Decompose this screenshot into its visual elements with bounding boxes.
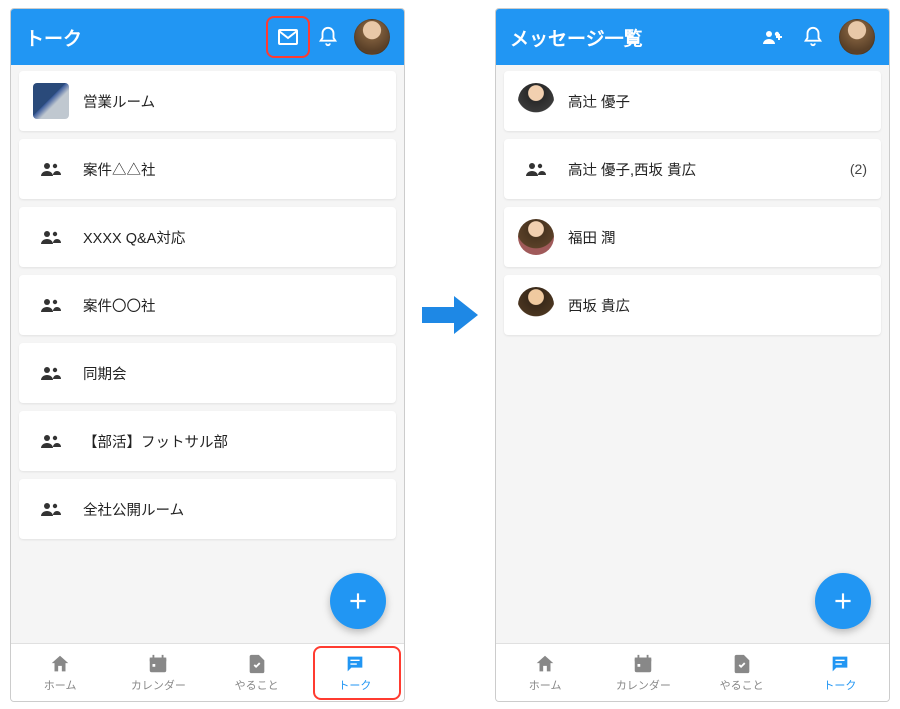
phone-before: トーク 営業ルーム 案件△△社 XXXX Q&A対応 <box>10 8 405 702</box>
group-icon <box>33 355 69 391</box>
talk-list: 営業ルーム 案件△△社 XXXX Q&A対応 案件〇〇社 同期会 <box>11 65 404 643</box>
bottom-nav: ホーム カレンダー やること トーク <box>496 643 889 701</box>
phone-after: メッセージ一覧 高辻 優子 高辻 優子,西坂 貴広 (2) 福田 潤 西坂 貴広 <box>495 8 890 702</box>
bell-icon-button[interactable] <box>308 17 348 57</box>
contact-name: 福田 潤 <box>568 227 867 248</box>
nav-calendar[interactable]: カレンダー <box>109 644 207 701</box>
room-label: 同期会 <box>83 363 382 384</box>
app-header: トーク <box>11 9 404 65</box>
talk-room-item[interactable]: 案件△△社 <box>19 139 396 199</box>
add-group-icon-button[interactable] <box>753 17 793 57</box>
room-label: 全社公開ルーム <box>83 499 382 520</box>
bell-icon-button[interactable] <box>793 17 833 57</box>
nav-label: やること <box>235 677 279 693</box>
talk-room-item[interactable]: 案件〇〇社 <box>19 275 396 335</box>
room-label: 案件〇〇社 <box>83 295 382 316</box>
mail-icon-button[interactable] <box>268 17 308 57</box>
bottom-nav: ホーム カレンダー やること トーク <box>11 643 404 701</box>
contact-avatar <box>518 287 554 323</box>
message-item[interactable]: 高辻 優子 <box>504 71 881 131</box>
nav-calendar[interactable]: カレンダー <box>594 644 692 701</box>
group-icon <box>33 491 69 527</box>
talk-room-item[interactable]: XXXX Q&A対応 <box>19 207 396 267</box>
contact-name: 高辻 優子,西坂 貴広 <box>568 159 850 180</box>
member-count: (2) <box>850 161 867 177</box>
message-list: 高辻 優子 高辻 優子,西坂 貴広 (2) 福田 潤 西坂 貴広 <box>496 65 889 643</box>
nav-todo[interactable]: やること <box>693 644 791 701</box>
room-label: 【部活】フットサル部 <box>83 431 382 452</box>
group-icon <box>33 219 69 255</box>
talk-room-item[interactable]: 営業ルーム <box>19 71 396 131</box>
talk-room-item[interactable]: 【部活】フットサル部 <box>19 411 396 471</box>
profile-avatar[interactable] <box>839 19 875 55</box>
nav-label: カレンダー <box>131 677 186 693</box>
talk-room-item[interactable]: 全社公開ルーム <box>19 479 396 539</box>
contact-avatar <box>518 83 554 119</box>
talk-room-item[interactable]: 同期会 <box>19 343 396 403</box>
transition-arrow-icon <box>420 290 480 340</box>
group-icon <box>33 287 69 323</box>
nav-home[interactable]: ホーム <box>11 644 109 701</box>
message-item[interactable]: 西坂 貴広 <box>504 275 881 335</box>
nav-label: やること <box>720 677 764 693</box>
room-label: XXXX Q&A対応 <box>83 227 382 248</box>
nav-label: トーク <box>338 677 371 693</box>
profile-avatar[interactable] <box>354 19 390 55</box>
page-title: トーク <box>25 24 268 51</box>
nav-home[interactable]: ホーム <box>496 644 594 701</box>
app-header: メッセージ一覧 <box>496 9 889 65</box>
group-icon <box>518 151 554 187</box>
page-title: メッセージ一覧 <box>510 24 753 51</box>
message-item[interactable]: 高辻 優子,西坂 貴広 (2) <box>504 139 881 199</box>
fab-add-button[interactable] <box>815 573 871 629</box>
message-item[interactable]: 福田 潤 <box>504 207 881 267</box>
nav-label: ホーム <box>529 677 562 693</box>
group-icon <box>33 423 69 459</box>
contact-name: 高辻 優子 <box>568 91 867 112</box>
nav-label: ホーム <box>44 677 77 693</box>
nav-label: カレンダー <box>616 677 671 693</box>
contact-avatar <box>518 219 554 255</box>
contact-name: 西坂 貴広 <box>568 295 867 316</box>
nav-todo[interactable]: やること <box>208 644 306 701</box>
fab-add-button[interactable] <box>330 573 386 629</box>
nav-label: トーク <box>823 677 856 693</box>
room-label: 案件△△社 <box>83 159 382 180</box>
nav-talk[interactable]: トーク <box>306 644 404 701</box>
room-photo-icon <box>33 83 69 119</box>
nav-talk[interactable]: トーク <box>791 644 889 701</box>
room-label: 営業ルーム <box>83 91 382 112</box>
group-icon <box>33 151 69 187</box>
